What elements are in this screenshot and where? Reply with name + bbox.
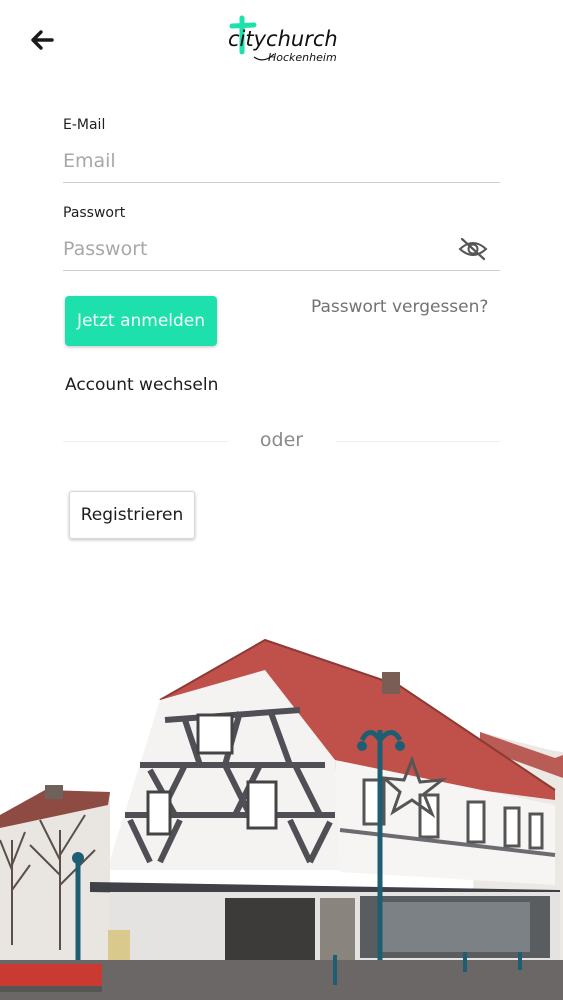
- divider-right: [336, 441, 500, 442]
- citychurch-logo: citychurch Hockenheim: [224, 14, 340, 70]
- eye-slash-icon: [458, 237, 488, 261]
- password-visibility-toggle[interactable]: [458, 236, 488, 262]
- password-label: Passwort: [63, 205, 126, 221]
- back-button[interactable]: [26, 24, 58, 56]
- register-button[interactable]: Registrieren: [69, 491, 195, 539]
- forgot-password-link[interactable]: Passwort vergessen?: [311, 297, 488, 317]
- login-button[interactable]: Jetzt anmelden: [65, 296, 217, 346]
- divider-label: oder: [259, 429, 304, 451]
- password-field[interactable]: [63, 236, 453, 262]
- email-label: E-Mail: [63, 117, 106, 133]
- svg-text:citychurch: citychurch: [228, 27, 338, 51]
- building-photo: [0, 600, 563, 1000]
- arrow-left-icon: [31, 30, 54, 50]
- svg-text:Hockenheim: Hockenheim: [268, 51, 337, 64]
- switch-account-link[interactable]: Account wechseln: [65, 375, 218, 395]
- email-underline: [63, 182, 500, 183]
- email-field[interactable]: [63, 148, 453, 174]
- password-underline: [63, 270, 500, 271]
